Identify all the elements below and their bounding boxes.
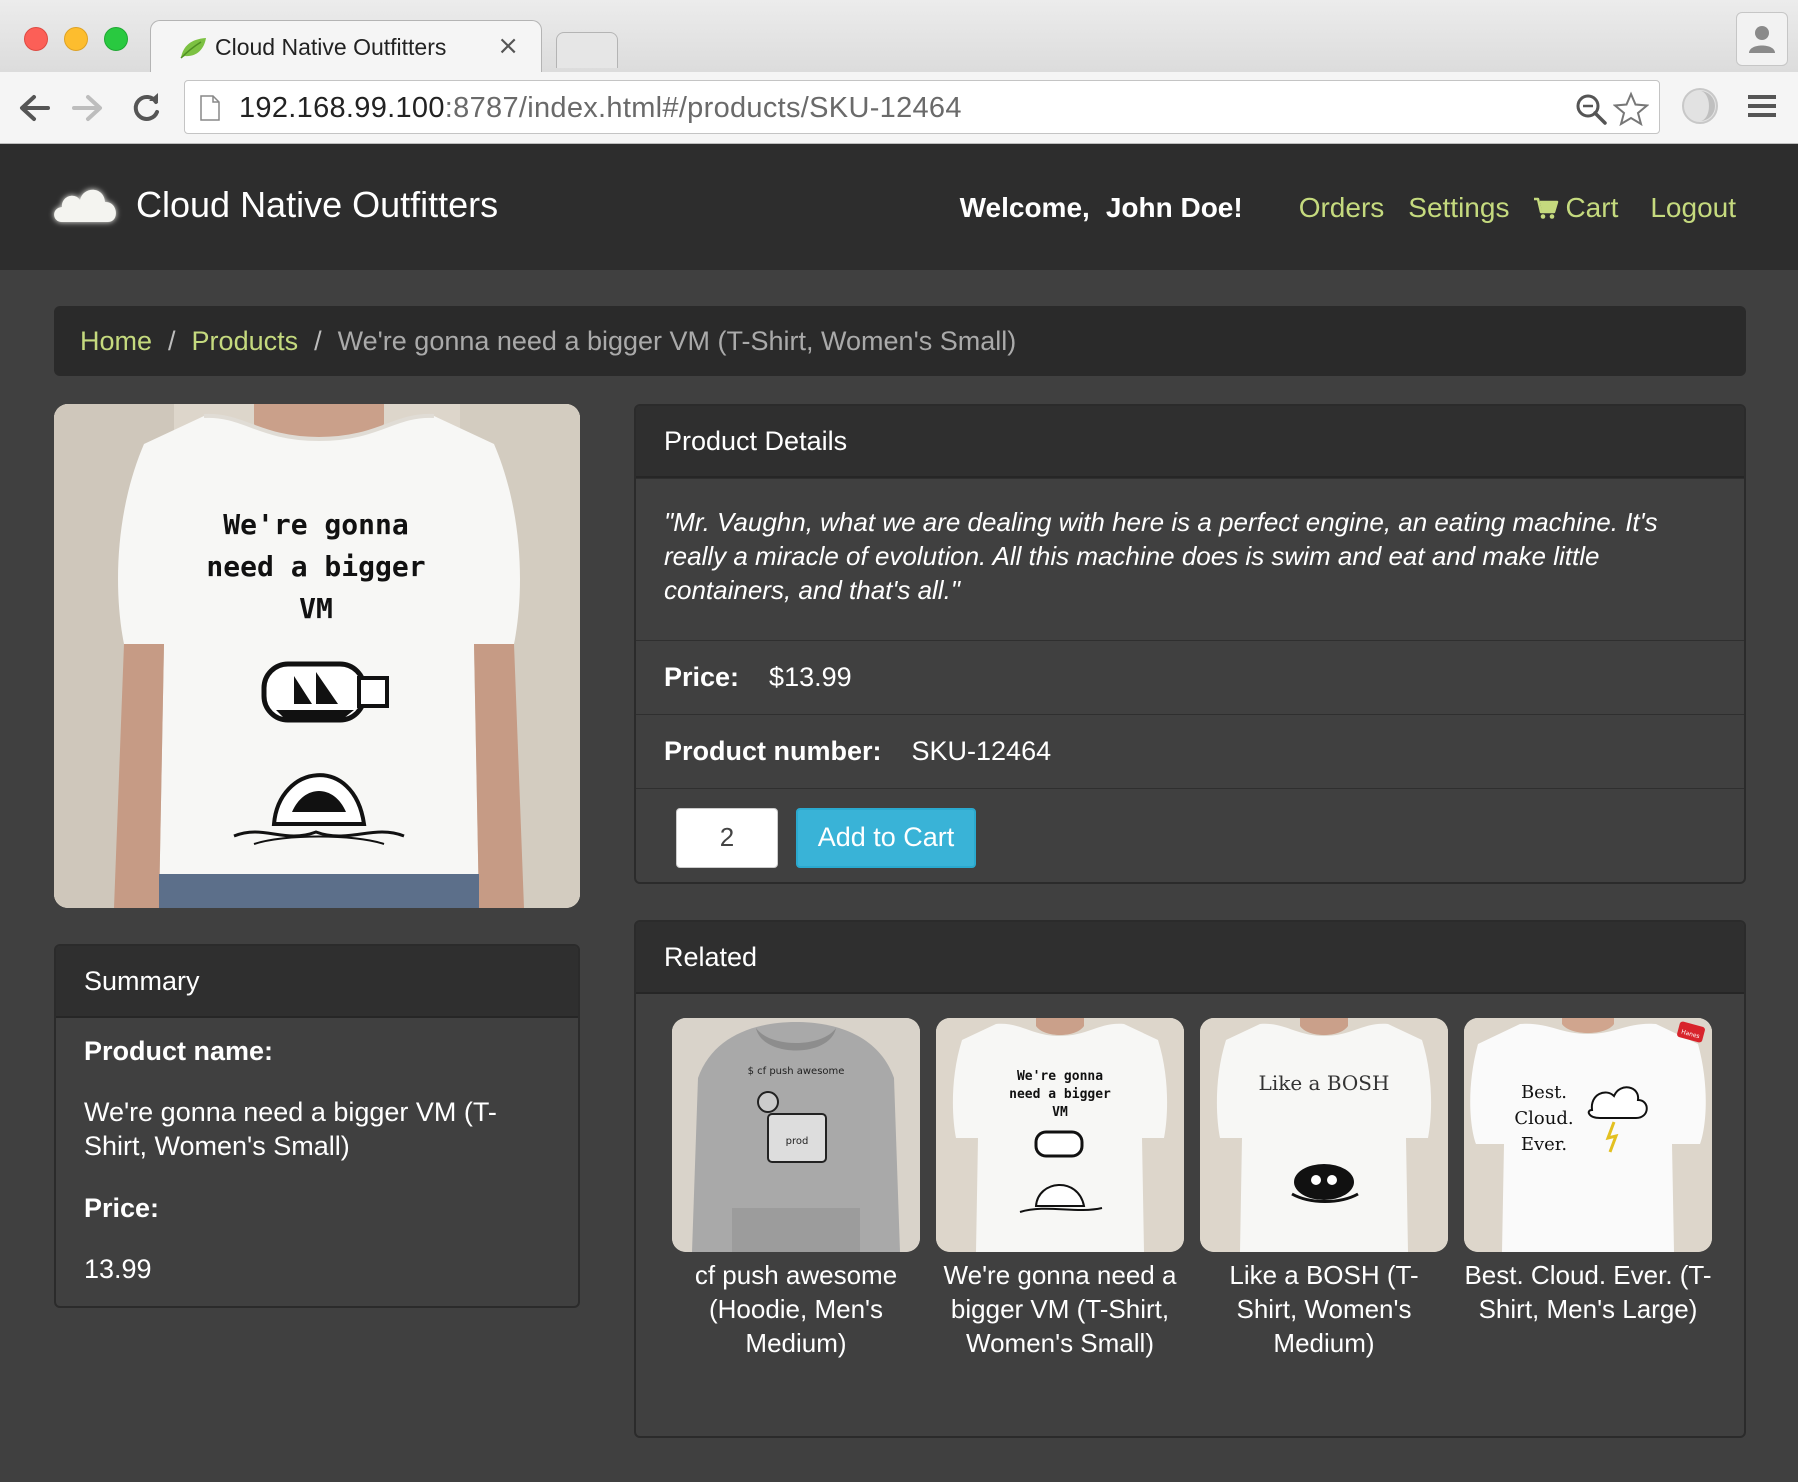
product-details-heading: Product Details (636, 406, 1744, 478)
url-path: :8787/index.html#/products/SKU-12464 (444, 92, 962, 124)
zoom-icon[interactable] (1575, 93, 1607, 125)
product-description: "Mr. Vaughn, what we are dealing with he… (664, 507, 1658, 605)
related-heading: Related (636, 922, 1744, 994)
settings-link[interactable]: Settings (1408, 192, 1509, 224)
forward-arrow-icon[interactable] (70, 90, 106, 126)
tshirt-photo: We're gonna need a bigger VM (54, 404, 580, 908)
related-product-card[interactable]: $ cf push awesome prod cf push awesome (… (672, 1018, 920, 1360)
breadcrumb-products[interactable]: Products (192, 326, 299, 357)
breadcrumb-current: We're gonna need a bigger VM (T-Shirt, W… (337, 325, 1017, 356)
related-print-line2: need a bigger (1009, 1087, 1111, 1102)
price-row: Price: $13.99 (636, 640, 1744, 714)
user-name: John Doe! (1105, 192, 1243, 223)
related-print-line2: Cloud. (1514, 1108, 1573, 1129)
leaf-favicon-icon (180, 38, 206, 59)
brand-name[interactable]: Cloud Native Outfitters (136, 184, 498, 226)
orders-link[interactable]: Orders (1299, 192, 1385, 224)
cart-link-label: Cart (1565, 192, 1619, 223)
minimize-window-button[interactable] (64, 27, 88, 51)
product-number-value: SKU-12464 (911, 736, 1052, 766)
related-products-grid: $ cf push awesome prod cf push awesome (… (636, 994, 1744, 1360)
url-host: 192.168.99.100 (239, 92, 445, 124)
navbar-links: Welcome, John Doe! Orders Settings Cart … (960, 192, 1736, 224)
shopping-cart-icon (1534, 197, 1559, 219)
page-icon (200, 95, 220, 121)
cart-link[interactable]: Cart (1533, 192, 1618, 224)
hamburger-menu-icon[interactable] (1746, 90, 1778, 122)
summary-heading: Summary (56, 946, 578, 1018)
tshirt-photo: Hanes Best. Cloud. Ever. (1464, 1018, 1712, 1252)
browser-tab[interactable]: Cloud Native Outfitters × (150, 20, 542, 74)
add-to-cart-row: Add to Cart (636, 788, 1744, 882)
description-row: "Mr. Vaughn, what we are dealing with he… (636, 478, 1744, 640)
tshirt-photo: We're gonna need a bigger VM (936, 1018, 1184, 1252)
shirt-print-line3: VM (299, 592, 333, 625)
hoodie-print-text: $ cf push awesome (748, 1066, 845, 1077)
related-product-image[interactable]: $ cf push awesome prod (672, 1018, 920, 1252)
related-print-line1: We're gonna (1017, 1069, 1103, 1084)
profile-button[interactable] (1736, 12, 1788, 66)
person-icon (1749, 26, 1775, 53)
hoodie-photo: $ cf push awesome prod (672, 1018, 920, 1252)
url-bar[interactable]: 192.168.99.100:8787/index.html#/products… (184, 80, 1660, 134)
related-print-line3: Ever. (1521, 1134, 1567, 1155)
maximize-window-button[interactable] (104, 27, 128, 51)
logout-link[interactable]: Logout (1650, 192, 1736, 224)
related-product-label[interactable]: Best. Cloud. Ever. (T-Shirt, Men's Large… (1464, 1258, 1712, 1326)
related-product-image[interactable]: Hanes Best. Cloud. Ever. (1464, 1018, 1712, 1252)
related-product-card[interactable]: Like a BOSH Like a BOSH (T-Shirt, Women'… (1200, 1018, 1448, 1360)
tab-close-icon[interactable]: × (497, 31, 519, 61)
add-to-cart-button[interactable]: Add to Cart (796, 807, 976, 868)
breadcrumb-home[interactable]: Home (80, 326, 152, 357)
breadcrumb-separator: / (314, 325, 322, 356)
hoodie-prod-badge: prod (786, 1136, 809, 1147)
summary-name-value: We're gonna need a bigger VM (T-Shirt, W… (84, 1097, 497, 1161)
summary-panel: Summary Product name: We're gonna need a… (54, 944, 580, 1308)
related-print-line3: VM (1052, 1105, 1068, 1120)
product-details-panel: Product Details "Mr. Vaughn, what we are… (634, 404, 1746, 884)
quantity-input[interactable] (676, 807, 778, 868)
related-product-card[interactable]: Hanes Best. Cloud. Ever. Best. Cloud. Ev… (1464, 1018, 1712, 1360)
welcome-text: Welcome, (959, 192, 1090, 223)
bookmark-star-icon[interactable] (1613, 91, 1649, 127)
product-number-row: Product number: SKU-12464 (636, 714, 1744, 788)
breadcrumb: Home / Products / We're gonna need a big… (54, 306, 1746, 376)
url-text[interactable]: 192.168.99.100:8787/index.html#/products… (239, 92, 962, 125)
summary-price-label: Price: (84, 1193, 160, 1223)
related-product-label[interactable]: Like a BOSH (T-Shirt, Women's Medium) (1200, 1258, 1448, 1360)
reload-icon[interactable] (128, 90, 164, 126)
new-tab-button[interactable] (556, 32, 618, 68)
related-panel: Related $ cf push awesome prod cf push a… (634, 920, 1746, 1438)
breadcrumb-separator: / (168, 325, 176, 356)
tshirt-photo: Like a BOSH (1200, 1018, 1448, 1252)
close-window-button[interactable] (24, 27, 48, 51)
related-product-image[interactable]: Like a BOSH (1200, 1018, 1448, 1252)
tab-title: Cloud Native Outfitters (215, 34, 447, 60)
product-image: We're gonna need a bigger VM (54, 404, 580, 908)
related-product-label[interactable]: cf push awesome (Hoodie, Men's Medium) (672, 1258, 920, 1360)
app-navbar: Cloud Native Outfitters Welcome, John Do… (0, 144, 1798, 270)
summary-price-value: 13.99 (84, 1254, 152, 1284)
shirt-print-line1: We're gonna (223, 508, 408, 541)
related-print-text: Like a BOSH (1259, 1071, 1390, 1095)
extension-icon[interactable] (1680, 86, 1720, 126)
cloud-logo-icon[interactable] (48, 174, 124, 230)
related-product-card[interactable]: We're gonna need a bigger VM We're gonna… (936, 1018, 1184, 1360)
browser-tab-strip: Cloud Native Outfitters × (0, 0, 1798, 74)
browser-toolbar: 192.168.99.100:8787/index.html#/products… (0, 72, 1798, 144)
related-print-line1: Best. (1521, 1082, 1567, 1103)
price-value: $13.99 (769, 662, 852, 692)
related-product-label[interactable]: We're gonna need a bigger VM (T-Shirt, W… (936, 1258, 1184, 1360)
price-label: Price: (664, 662, 740, 692)
back-arrow-icon[interactable] (16, 90, 52, 126)
summary-name-label: Product name: (84, 1036, 274, 1066)
related-product-image[interactable]: We're gonna need a bigger VM (936, 1018, 1184, 1252)
shirt-print-line2: need a bigger (206, 550, 425, 583)
product-number-label: Product number: (664, 736, 882, 766)
summary-body: Product name: We're gonna need a bigger … (56, 1018, 578, 1286)
